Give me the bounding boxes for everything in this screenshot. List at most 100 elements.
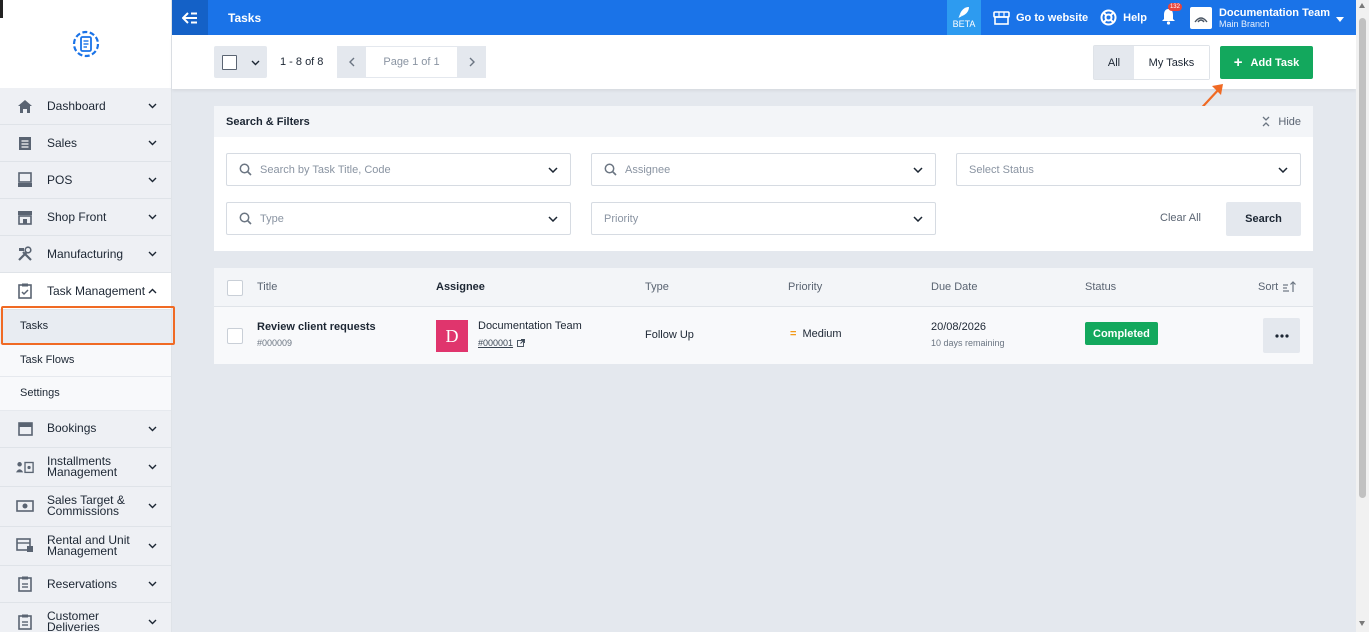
hide-filters-button[interactable]: Hide — [1262, 116, 1301, 128]
assignee-placeholder: Assignee — [625, 163, 671, 176]
due-date: 20/08/2026 — [931, 321, 987, 333]
help-link[interactable]: Help — [1100, 9, 1147, 26]
priority-placeholder: Priority — [604, 212, 639, 225]
filters-header: Search & Filters Hide — [214, 106, 1313, 137]
help-label: Help — [1123, 11, 1147, 24]
chevron-down-icon — [913, 215, 923, 222]
sidebar-item-label: POS — [47, 172, 73, 187]
sidebar-item-reservations[interactable]: Reservations — [0, 566, 171, 603]
priority-select[interactable]: Priority — [591, 202, 936, 235]
task-search-placeholder: Search by Task Title, Code — [260, 163, 391, 176]
scroll-up-arrow[interactable] — [1359, 3, 1365, 8]
sidebar-item-label: Sales Target & Commissions — [47, 493, 125, 519]
scroll-down-arrow[interactable] — [1359, 621, 1365, 626]
top-bar: Tasks BETA Go to website Help 132 Docume… — [172, 0, 1356, 35]
task-title[interactable]: Review client requests — [257, 321, 376, 333]
type-placeholder: Type — [260, 212, 284, 225]
sidebar-nav: Dashboard Sales POS Shop Front Manufactu… — [0, 88, 171, 632]
sidebar-subitem-task-flows[interactable]: Task Flows — [0, 343, 171, 377]
home-icon — [16, 97, 34, 115]
search-icon — [239, 163, 252, 176]
filter-all-button[interactable]: All — [1094, 46, 1134, 79]
sidebar-item-sales[interactable]: Sales — [0, 125, 171, 162]
notifications-button[interactable]: 132 — [1161, 2, 1182, 28]
column-title: Title — [257, 281, 278, 293]
sidebar-item-label: Dashboard — [47, 98, 106, 113]
next-page-button[interactable] — [457, 46, 486, 78]
app-logo[interactable] — [0, 0, 171, 88]
task-type: Follow Up — [645, 329, 694, 341]
search-button[interactable]: Search — [1226, 202, 1301, 236]
chevron-down-icon — [251, 55, 260, 69]
row-checkbox[interactable] — [227, 328, 243, 344]
page-indicator[interactable]: Page 1 of 1 — [366, 46, 457, 78]
users-money-icon — [16, 458, 34, 476]
store-icon — [993, 10, 1010, 25]
sidebar-item-dashboard[interactable]: Dashboard — [0, 88, 171, 125]
sidebar-subitem-settings[interactable]: Settings — [0, 377, 171, 411]
user-menu[interactable]: Documentation Team Main Branch — [1189, 6, 1344, 29]
row-actions-button[interactable] — [1263, 318, 1300, 353]
sidebar-item-label: Customer Deliveries — [47, 609, 100, 632]
chevron-down-icon — [147, 138, 157, 148]
assignee-avatar: D — [436, 320, 468, 352]
clear-all-button[interactable]: Clear All — [1160, 212, 1201, 224]
storefront-icon — [16, 208, 34, 226]
sidebar-subitem-tasks[interactable]: Tasks — [0, 310, 171, 344]
chevron-down-icon — [147, 101, 157, 111]
clipboard-check-icon — [16, 282, 34, 300]
lifebuoy-icon — [1100, 9, 1117, 26]
beta-button[interactable]: BETA — [947, 0, 981, 35]
status-select[interactable]: Select Status — [956, 153, 1301, 186]
add-task-button[interactable]: + Add Task — [1220, 46, 1313, 79]
user-avatar — [1189, 6, 1212, 29]
previous-page-button[interactable] — [337, 46, 366, 78]
signal-logo-icon — [1194, 16, 1208, 22]
select-all-checkbox[interactable] — [222, 54, 237, 70]
status-placeholder: Select Status — [969, 163, 1034, 176]
sidebar-item-rental[interactable]: Rental and Unit Management — [0, 526, 171, 566]
add-task-label: Add Task — [1250, 56, 1300, 69]
scrollbar-thumb[interactable] — [1359, 18, 1366, 498]
sidebar-item-customer-deliveries[interactable]: Customer Deliveries — [0, 603, 171, 632]
sidebar-item-installments[interactable]: Installments Management — [0, 447, 171, 487]
task-search-input[interactable]: Search by Task Title, Code — [226, 153, 571, 186]
chevron-down-icon — [548, 215, 558, 222]
clipboard-icon — [16, 613, 34, 631]
vertical-scrollbar[interactable] — [1356, 0, 1369, 632]
filter-my-tasks-button[interactable]: My Tasks — [1134, 46, 1209, 79]
type-select[interactable]: Type — [226, 202, 571, 235]
sidebar-toggle-button[interactable] — [172, 0, 208, 35]
sidebar-item-label: Installments Management — [47, 453, 118, 479]
sidebar-item-shop-front[interactable]: Shop Front — [0, 199, 171, 236]
bulk-select-dropdown[interactable] — [214, 46, 267, 78]
go-to-website-link[interactable]: Go to website — [993, 10, 1088, 25]
table-row[interactable]: Review client requests #000009 D Documen… — [214, 307, 1313, 364]
sort-button[interactable]: Sort — [1258, 281, 1297, 293]
chevron-down-icon — [548, 166, 558, 173]
days-remaining: 10 days remaining — [931, 338, 1005, 348]
notification-count-badge: 132 — [1167, 2, 1182, 11]
pos-terminal-icon — [16, 171, 34, 189]
plus-icon: + — [1233, 54, 1243, 71]
select-all-rows-checkbox[interactable] — [227, 280, 243, 296]
chevron-up-icon — [147, 286, 157, 296]
chevron-down-icon — [147, 175, 157, 185]
sidebar-item-pos[interactable]: POS — [0, 162, 171, 199]
caret-down-icon — [1336, 11, 1344, 25]
assignee-select[interactable]: Assignee — [591, 153, 936, 186]
receipt-icon — [16, 134, 34, 152]
table-header: Title Assignee Type Priority Due Date St… — [214, 268, 1313, 307]
pagination: Page 1 of 1 — [337, 46, 486, 78]
collapse-icon — [1262, 116, 1270, 127]
sidebar: Dashboard Sales POS Shop Front Manufactu… — [0, 0, 172, 632]
sidebar-item-bookings[interactable]: Bookings — [0, 410, 171, 448]
filters-heading: Search & Filters — [226, 115, 310, 128]
column-due-date: Due Date — [931, 281, 978, 293]
sidebar-item-task-management[interactable]: Task Management — [0, 273, 171, 310]
sidebar-item-sales-target[interactable]: Sales Target & Commissions — [0, 487, 171, 527]
chevron-down-icon — [147, 212, 157, 222]
sidebar-item-manufacturing[interactable]: Manufacturing — [0, 236, 171, 273]
tools-icon — [16, 245, 34, 263]
assignee-code-link[interactable]: #000001 — [478, 338, 525, 348]
